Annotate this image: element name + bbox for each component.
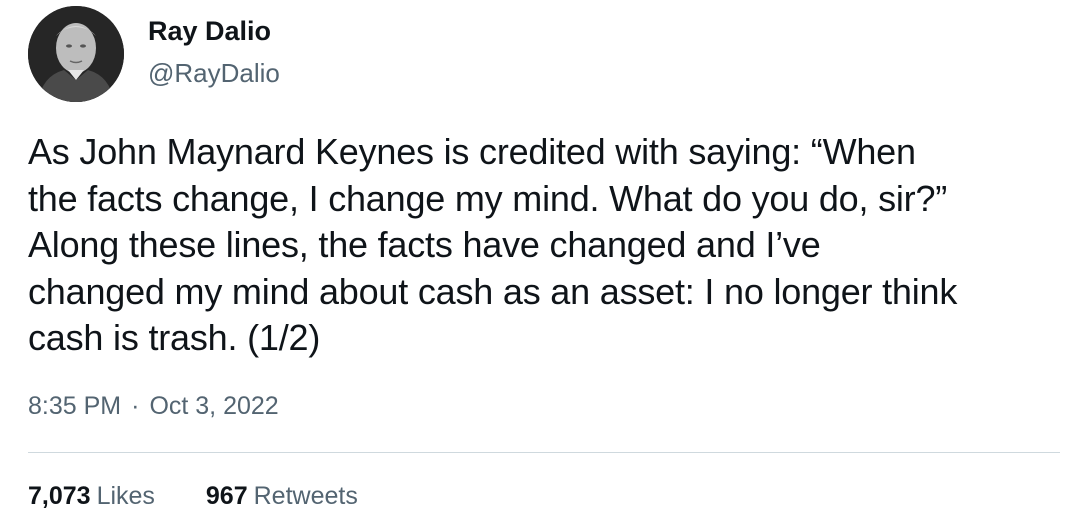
author-display-name[interactable]: Ray Dalio bbox=[148, 16, 271, 47]
divider bbox=[28, 452, 1060, 453]
likes-stat[interactable]: 7,073 Likes bbox=[28, 482, 155, 511]
tweet-text-line: the facts change, I change my mind. What… bbox=[28, 177, 948, 219]
engagement-stats: 7,073 Likes 967 Retweets bbox=[28, 482, 402, 511]
tweet-text: As John Maynard Keynes is credited with … bbox=[28, 129, 1068, 362]
tweet-date[interactable]: Oct 3, 2022 bbox=[149, 392, 278, 420]
profile-photo-icon bbox=[28, 6, 124, 102]
tweet-text-line: changed my mind about cash as an asset: … bbox=[28, 270, 958, 312]
tweet-text-line: Along these lines, the facts have change… bbox=[28, 224, 821, 265]
avatar[interactable] bbox=[28, 6, 124, 102]
tweet-text-line: cash is trash. (1/2) bbox=[28, 317, 321, 358]
tweet-card: Ray Dalio @RayDalio As John Maynard Keyn… bbox=[0, 0, 1078, 510]
tweet-text-line: As John Maynard Keynes is credited with … bbox=[28, 131, 916, 172]
tweet-time[interactable]: 8:35 PM bbox=[28, 392, 121, 420]
tweet-timestamp: 8:35 PM · Oct 3, 2022 bbox=[28, 392, 279, 421]
author-handle[interactable]: @RayDalio bbox=[148, 58, 280, 89]
retweets-stat[interactable]: 967 Retweets bbox=[206, 482, 358, 511]
separator-dot: · bbox=[131, 392, 140, 420]
